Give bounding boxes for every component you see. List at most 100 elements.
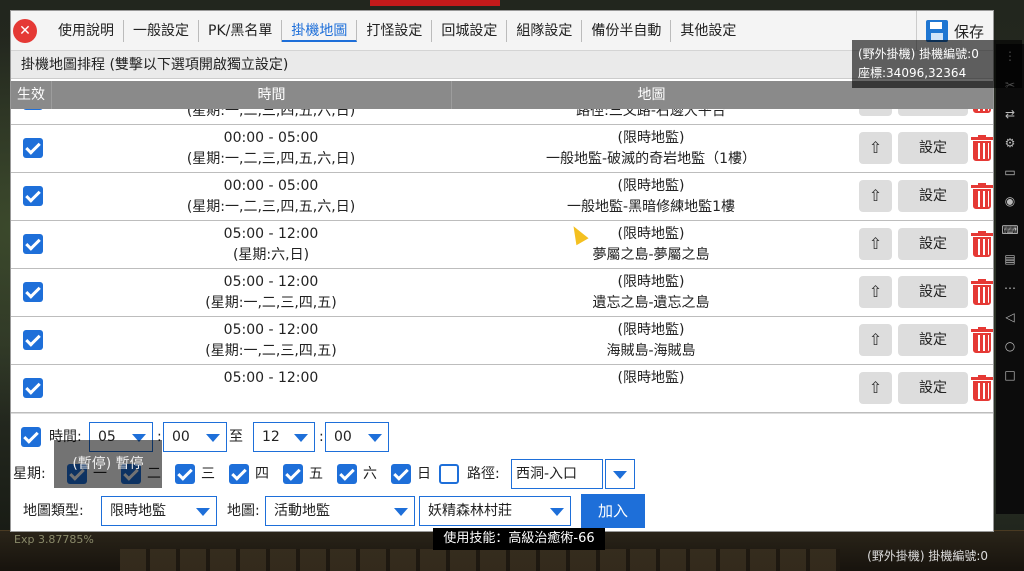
table-row[interactable]: 00:00 - 05:00 (星期:一,二,三,四,五,六,日) (限時地監) 一般地… xyxy=(11,173,993,221)
week-label: 星期: xyxy=(13,466,46,482)
row-active-checkbox[interactable] xyxy=(23,378,43,398)
row-active-checkbox[interactable] xyxy=(23,282,43,302)
tabs: 使用說明 一般設定 PK/黑名單 掛機地圖 打怪設定 回城設定 組隊設定 備份半自動 其他設定 xyxy=(49,11,745,51)
row-settings-button[interactable]: 設定 xyxy=(898,180,968,212)
weekday-checkbox[interactable] xyxy=(283,464,303,484)
toolbar-home-icon[interactable]: ○ xyxy=(996,334,1024,358)
trash-icon[interactable] xyxy=(971,183,993,209)
move-up-button[interactable]: ⇧ xyxy=(859,324,892,356)
row-active-checkbox[interactable] xyxy=(23,234,43,254)
trash-icon[interactable] xyxy=(971,135,993,161)
tab-item[interactable]: 回城設定 xyxy=(432,20,508,42)
row-settings-button[interactable]: 設定 xyxy=(898,324,968,356)
row-time: 00:00 - 05:00 (星期:一,二,三,四,五,六,日) xyxy=(51,128,491,170)
tab-item[interactable]: 組隊設定 xyxy=(507,20,583,42)
tab-bar: ✕ 使用說明 一般設定 PK/黑名單 掛機地圖 打怪設定 回城設定 組隊設定 備份半自動 其他設… xyxy=(11,11,993,51)
toolbar-more-icon[interactable]: ⋯ xyxy=(996,276,1024,300)
row-map-detail: 遺忘之島-遺忘之島 xyxy=(592,295,710,311)
path-dropdown-button[interactable] xyxy=(605,459,635,489)
row-settings-button[interactable]: 設定 xyxy=(898,109,968,116)
map-select[interactable]: 活動地監 xyxy=(265,496,415,526)
hang-mode-text: (野外掛機) 掛機編號:0 xyxy=(858,47,979,61)
trash-icon[interactable] xyxy=(971,279,993,305)
move-up-button[interactable]: ⇧ xyxy=(859,228,892,260)
tab-item[interactable]: 掛機地圖 xyxy=(282,20,358,42)
trash-icon[interactable] xyxy=(971,375,993,401)
weekday-checkbox[interactable] xyxy=(391,464,411,484)
table-row[interactable]: 05:00 - 12:00 (星期:一,二,三,四,五) (限時地監) 遺忘之島-遺忘… xyxy=(11,269,993,317)
status-overlay: (野外掛機) 掛機編號:0 座標:34096,32364 xyxy=(852,40,1022,88)
table-row[interactable]: 05:00 - 12:00 (星期:一,二,三,四,五) (限時地監) 海賊島-海賊島… xyxy=(11,317,993,365)
path-checkbox[interactable] xyxy=(439,464,459,484)
schedule-list[interactable]: 00:00 - 05:00 (星期:一,二,三,四,五,六,日) 84. 龍之谷三岔… xyxy=(11,109,993,413)
toolbar-camera-icon[interactable]: ◉ xyxy=(996,189,1024,213)
weekday-checkbox[interactable] xyxy=(337,464,357,484)
toolbar-screen-icon[interactable]: ▭ xyxy=(996,160,1024,184)
weekday-checkbox[interactable] xyxy=(229,464,249,484)
trash-icon[interactable] xyxy=(971,109,993,113)
path-input[interactable]: 西洞-入口 xyxy=(511,459,603,489)
row-time-range: 05:00 - 12:00 xyxy=(223,370,319,386)
table-row[interactable]: 05:00 - 12:00 (星期:六,日) (限時地監) 夢屬之島-夢屬之島 ⇧ 設定 xyxy=(11,221,993,269)
move-up-button[interactable]: ⇧ xyxy=(859,109,892,116)
tab-item[interactable]: 一般設定 xyxy=(124,20,199,42)
toolbar-gear-icon[interactable]: ⚙ xyxy=(996,131,1024,155)
row-map-detail: 一般地監-黑暗修練地監1樓 xyxy=(567,199,735,215)
row-active-checkbox[interactable] xyxy=(23,138,43,158)
table-row[interactable]: 05:00 - 12:00 (限時地監) ⇧ 設定 xyxy=(11,365,993,413)
time-enabled-checkbox[interactable] xyxy=(21,427,41,447)
row-settings-button[interactable]: 設定 xyxy=(898,372,968,404)
table-header: 生效 時間 地圖 xyxy=(11,81,993,109)
map-sub-select[interactable]: 妖精森林村莊 xyxy=(419,496,571,526)
end-hour-select[interactable]: 12 xyxy=(253,422,315,452)
row-settings-button[interactable]: 設定 xyxy=(898,228,968,260)
row-active-checkbox[interactable] xyxy=(23,109,43,110)
chevron-down-icon xyxy=(294,434,308,442)
move-up-button[interactable]: ⇧ xyxy=(859,276,892,308)
move-up-button[interactable]: ⇧ xyxy=(859,372,892,404)
move-up-button[interactable]: ⇧ xyxy=(859,132,892,164)
table-row[interactable]: 00:00 - 05:00 (星期:一,二,三,四,五,六,日) (限時地監) 一般地… xyxy=(11,125,993,173)
skill-overlay: 使用技能：高級治癒術-66 xyxy=(433,528,605,550)
right-side-toolbar: ⋮ ✂ ⇄ ⚙ ▭ ◉ ⌨ ▤ ⋯ ◁ ○ □ xyxy=(996,44,1024,514)
row-settings-button[interactable]: 設定 xyxy=(898,276,968,308)
close-button[interactable]: ✕ xyxy=(13,19,37,43)
row-active-checkbox[interactable] xyxy=(23,330,43,350)
tab-item[interactable]: 使用說明 xyxy=(49,20,124,42)
arrow-up-icon: ⇧ xyxy=(868,234,883,253)
toolbar-folder-icon[interactable]: ▤ xyxy=(996,247,1024,271)
trash-icon[interactable] xyxy=(971,231,993,257)
toolbar-keyboard-icon[interactable]: ⌨ xyxy=(996,218,1024,242)
row-weekdays: (星期:一,二,三,四,五) xyxy=(205,295,337,311)
tab-item[interactable]: 打怪設定 xyxy=(357,20,433,42)
tab-item[interactable]: 其他設定 xyxy=(671,20,745,42)
end-min-select[interactable]: 00 xyxy=(325,422,389,452)
row-time: 05:00 - 12:00 (星期:一,二,三,四,五) xyxy=(51,320,491,362)
game-top-hp-bar xyxy=(230,0,510,8)
row-map-title: (限時地監) xyxy=(617,322,685,338)
toolbar-back-icon[interactable]: ◁ xyxy=(996,305,1024,329)
row-map: (限時地監) xyxy=(451,368,851,389)
start-min-select[interactable]: 00 xyxy=(163,422,227,452)
map-type-select[interactable]: 限時地監 xyxy=(101,496,217,526)
weekday-label: 六 xyxy=(363,466,377,482)
row-map-detail: 夢屬之島-夢屬之島 xyxy=(592,247,710,263)
tab-item[interactable]: 備份半自動 xyxy=(582,20,672,42)
row-active-checkbox[interactable] xyxy=(23,186,43,206)
toolbar-swap-icon[interactable]: ⇄ xyxy=(996,102,1024,126)
row-map-title: (限時地監) xyxy=(617,130,685,146)
move-up-button[interactable]: ⇧ xyxy=(859,180,892,212)
tab-item[interactable]: PK/黑名單 xyxy=(199,20,283,42)
add-button[interactable]: 加入 xyxy=(581,494,645,528)
row-settings-button[interactable]: 設定 xyxy=(898,132,968,164)
trash-icon[interactable] xyxy=(971,327,993,353)
weekday-checkbox[interactable] xyxy=(175,464,195,484)
row-time-range: 05:00 - 12:00 xyxy=(223,226,319,242)
map-label: 地圖: xyxy=(227,503,260,519)
table-row[interactable]: 00:00 - 05:00(星期:一,二,三,四,五,六,日)84. 龍之谷三岔… xyxy=(11,109,993,125)
chevron-down-icon xyxy=(206,434,220,442)
weekday-label: 四 xyxy=(255,466,269,482)
row-map: (限時地監) 一般地監-黑暗修練地監1樓 xyxy=(451,176,851,218)
toolbar-recent-icon[interactable]: □ xyxy=(996,363,1024,387)
chevron-down-icon xyxy=(196,508,210,516)
